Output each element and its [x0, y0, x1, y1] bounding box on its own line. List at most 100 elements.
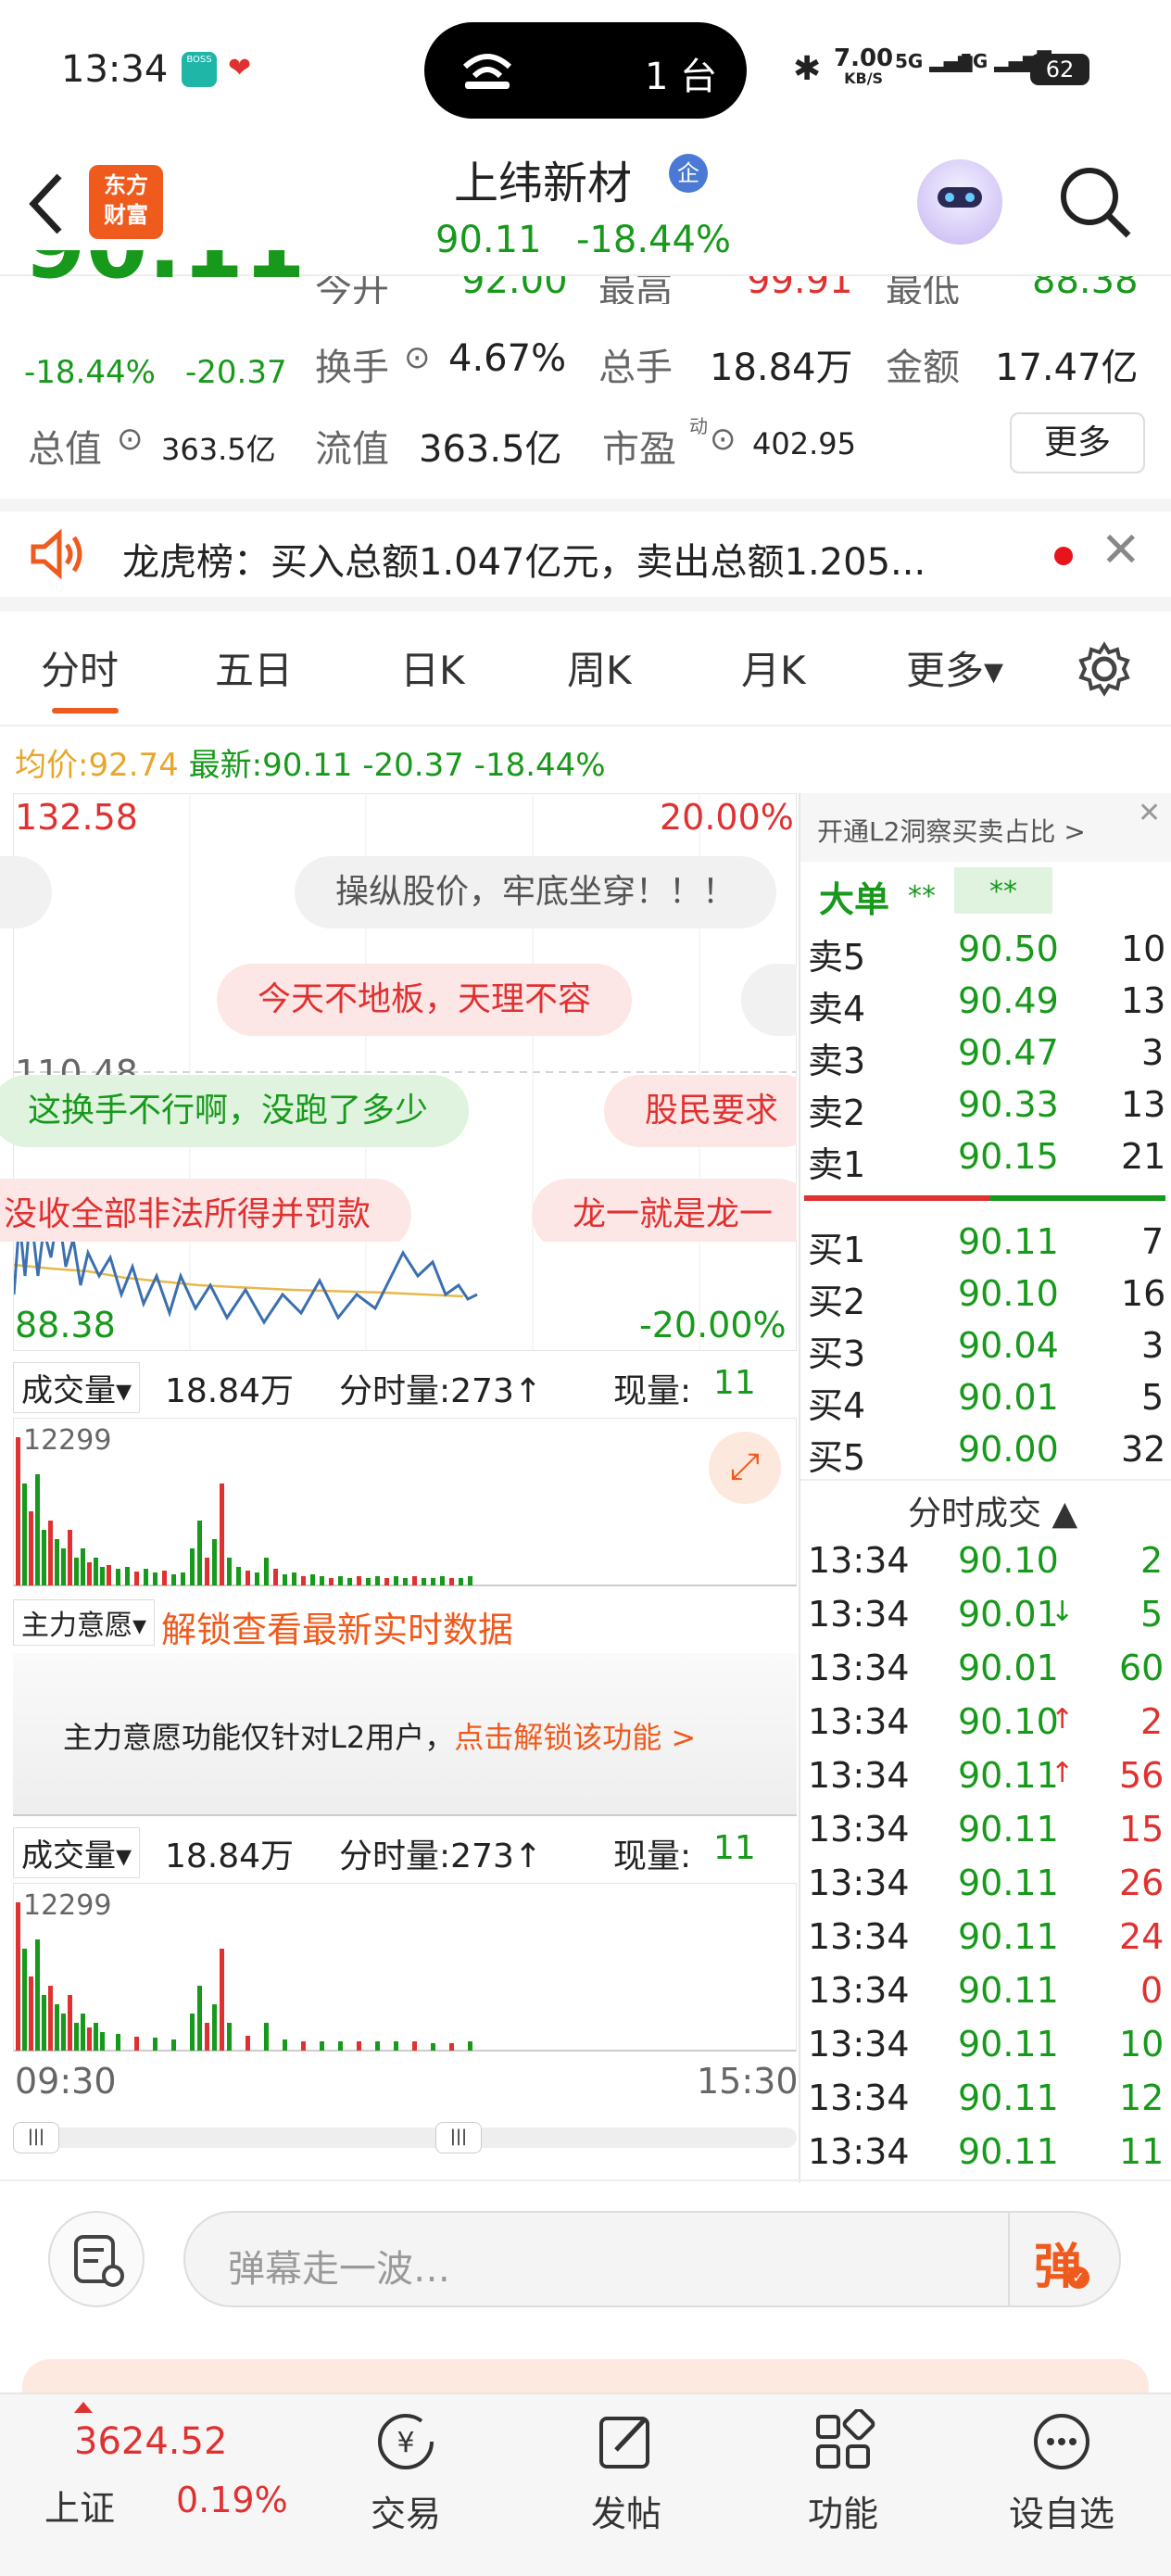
- danmaku-bubble[interactable]: 龙一就是龙一: [532, 1179, 797, 1242]
- close-l2-icon[interactable]: ✕: [1138, 797, 1161, 829]
- bid-label: 买5: [808, 1437, 866, 1478]
- top-price-label: 132.58: [15, 797, 138, 838]
- time-scrollbar[interactable]: ||| |||: [13, 2122, 797, 2153]
- avg-price-line: 均价:92.74 最新:90.11 -20.37 -18.44%: [15, 739, 606, 785]
- nav-add-watchlist[interactable]: 设自选: [1006, 2409, 1117, 2536]
- big-order-value-2: **: [954, 867, 1052, 914]
- pe-value: 402.95: [752, 426, 856, 461]
- volume-selector-2[interactable]: 成交量▾: [13, 1827, 141, 1878]
- search-icon[interactable]: [1056, 163, 1134, 241]
- nav-functions[interactable]: 功能: [787, 2407, 899, 2536]
- volume-chart-1[interactable]: 12299 ⤢: [13, 1418, 797, 1586]
- volume-total: 18.84万: [165, 1372, 295, 1410]
- signal-2-label: 5G: [960, 50, 988, 72]
- low-pct-label: -20.00%: [639, 1305, 787, 1345]
- ask-volume: 10: [1121, 928, 1166, 969]
- header-price: 90.11: [435, 219, 542, 261]
- big-price-text: 90.11: [24, 250, 306, 298]
- sell-ratio-bar: [989, 1195, 1165, 1201]
- tick-volume: 2: [1140, 1701, 1164, 1742]
- time-end-label: 15:30: [697, 2061, 799, 2102]
- avg-label: 均价:: [15, 747, 89, 784]
- danmaku-bubble[interactable]: 今天不地板，天理不容: [217, 964, 633, 1036]
- tab-intraday[interactable]: 分时: [41, 639, 119, 696]
- force-unlock-link[interactable]: 点击解锁该功能 >: [454, 1720, 696, 1755]
- notice-text: 龙虎榜：买入总额1.047亿元，卖出总额1.205...: [122, 541, 926, 584]
- ask-price[interactable]: 90.47: [958, 1032, 1059, 1073]
- nav-post[interactable]: 发帖: [571, 2409, 682, 2536]
- force-locked-panel[interactable]: 主力意愿功能仅针对L2用户，点击解锁该功能 >: [13, 1653, 797, 1816]
- more-quote-button[interactable]: 更多: [1010, 412, 1145, 474]
- turnover-info-icon[interactable]: ⊙: [404, 339, 431, 376]
- back-arrow-icon[interactable]: [26, 170, 67, 237]
- pe-info-icon[interactable]: ⊙: [710, 421, 737, 458]
- last-value: 90.11: [262, 747, 353, 784]
- volume-bars-1: [16, 1437, 472, 1585]
- volume-chart-2[interactable]: 12299: [13, 1883, 797, 2052]
- tick-price: 90.11: [958, 1755, 1059, 1796]
- tab-monthly-k[interactable]: 月K: [741, 639, 806, 696]
- ask-price[interactable]: 90.15: [958, 1136, 1059, 1177]
- ask-price[interactable]: 90.49: [958, 980, 1059, 1021]
- danmaku-placeholder: 弹幕走一波…: [228, 2248, 450, 2291]
- change-val: -20.37: [185, 354, 287, 391]
- tick-volume: 2: [1140, 1540, 1164, 1581]
- danmaku-bubble[interactable]: 操纵股价，牢底坐穿！！！: [295, 856, 777, 928]
- bid-price[interactable]: 90.11: [958, 1221, 1059, 1262]
- danmaku-bubble[interactable]: 没收全部非法所得并罚款: [0, 1179, 412, 1242]
- tick-price: 90.01: [958, 1594, 1059, 1635]
- force-selector[interactable]: 主力意愿▾: [13, 1599, 156, 1646]
- tick-price: 90.11: [958, 2131, 1059, 2172]
- check-icon: ✓: [1067, 2267, 1089, 2289]
- up-arrow-icon: ↑: [1051, 1757, 1075, 1789]
- danmaku-fragment[interactable]: [0, 856, 52, 928]
- danmaku-settings-button[interactable]: [48, 2211, 145, 2307]
- tab-daily-k[interactable]: 日K: [400, 639, 465, 696]
- danmaku-fragment[interactable]: [741, 964, 797, 1036]
- float-value: 363.5亿: [419, 428, 562, 471]
- turnover-value: 4.67%: [448, 337, 567, 380]
- force-unlock-title[interactable]: 解锁查看最新实时数据: [161, 1601, 513, 1652]
- dynamic-island[interactable]: 1 台: [424, 22, 747, 119]
- tick-time: 13:34: [808, 2077, 910, 2118]
- volume-selector[interactable]: 成交量▾: [13, 1362, 141, 1413]
- index-value[interactable]: 3624.52: [74, 2420, 227, 2463]
- robot-assistant-icon[interactable]: [917, 159, 1002, 245]
- expand-chart-icon[interactable]: ⤢: [709, 1432, 781, 1504]
- header-change: -18.44%: [576, 219, 731, 261]
- close-notice-icon[interactable]: ✕: [1101, 523, 1141, 578]
- tab-weekly-k[interactable]: 周K: [567, 639, 632, 696]
- volume-total-2: 18.84万: [165, 1837, 295, 1875]
- tab-five-day[interactable]: 五日: [215, 639, 293, 696]
- bid-price[interactable]: 90.01: [958, 1377, 1059, 1418]
- bid-price[interactable]: 90.10: [958, 1273, 1059, 1314]
- mcap-info-icon[interactable]: ⊙: [117, 421, 144, 458]
- tab-more[interactable]: 更多▾: [906, 639, 1003, 696]
- danmaku-input[interactable]: 弹幕走一波… 弹 ✓: [183, 2211, 1121, 2307]
- l2-banner[interactable]: 开通L2洞察买卖占比 > ✕: [800, 793, 1171, 862]
- down-arrow-icon: ↓: [1051, 1596, 1075, 1628]
- comment-divider: [0, 2179, 1171, 2181]
- now-volume-label: 现量:: [613, 1372, 692, 1410]
- scroll-handle-right[interactable]: |||: [435, 2122, 482, 2153]
- ask-price[interactable]: 90.50: [958, 928, 1059, 969]
- net-speed-value: 7.00: [834, 44, 894, 72]
- big-order-label: 大单: [819, 879, 890, 920]
- settings-gear-icon[interactable]: [1077, 641, 1132, 697]
- tick-trades-title[interactable]: 分时成交 ▲: [908, 1486, 1077, 1534]
- more-dots-icon: [1034, 2414, 1089, 2469]
- tick-time: 13:34: [808, 1755, 910, 1796]
- bid-price[interactable]: 90.00: [958, 1429, 1059, 1470]
- index-name[interactable]: 上证: [44, 2480, 115, 2531]
- danmaku-bubble[interactable]: 这换手不行啊，没跑了多少: [0, 1075, 470, 1147]
- dragon-tiger-notice[interactable]: 龙虎榜：买入总额1.047亿元，卖出总额1.205... ✕: [0, 511, 1171, 597]
- scroll-handle-left[interactable]: |||: [13, 2122, 59, 2153]
- nav-trade[interactable]: ¥ 交易: [350, 2409, 461, 2536]
- bid-price[interactable]: 90.04: [958, 1325, 1059, 1366]
- ask-price[interactable]: 90.33: [958, 1084, 1059, 1125]
- tick-time: 13:34: [808, 2131, 910, 2172]
- danmaku-bubble[interactable]: 股民要求: [604, 1075, 797, 1147]
- index-pct[interactable]: 0.19%: [176, 2480, 288, 2520]
- tick-price: 90.11: [958, 2077, 1059, 2118]
- ask-volume: 13: [1121, 980, 1166, 1021]
